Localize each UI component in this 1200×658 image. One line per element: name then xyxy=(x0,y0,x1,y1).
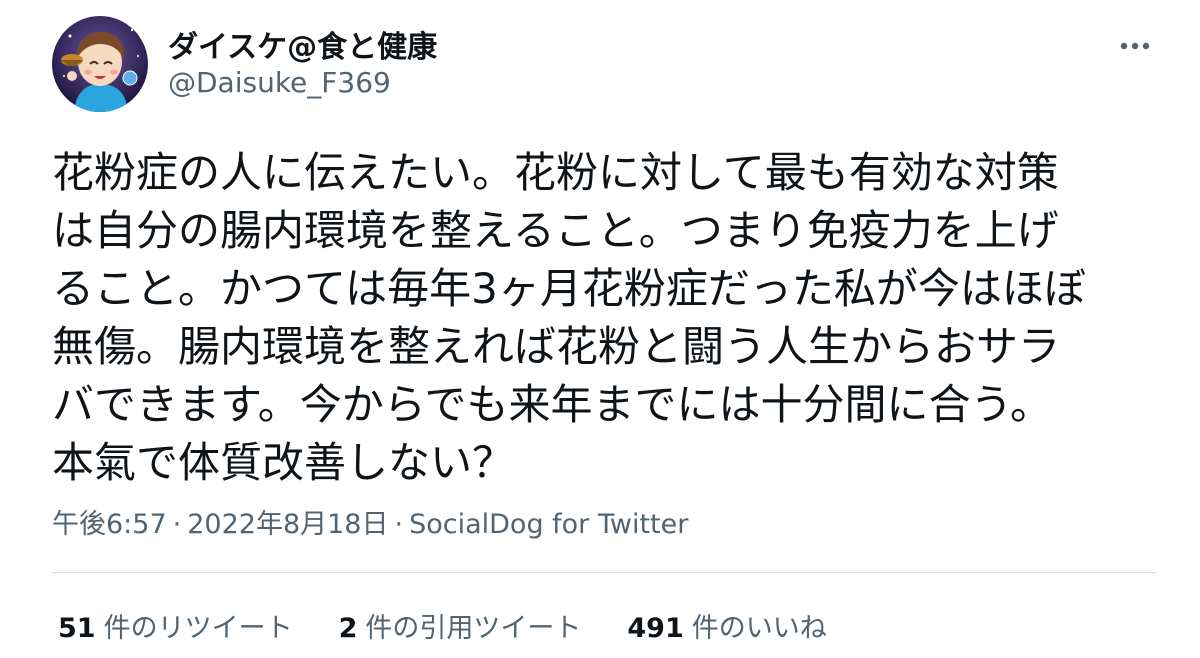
retweets-stat[interactable]: 51 件のリツイート xyxy=(58,606,293,645)
quotes-count: 2 xyxy=(338,613,358,644)
tweet-text-line: 無傷。腸内環境を整えれば花粉と闘う人生からおサラ xyxy=(52,322,1061,371)
divider xyxy=(52,572,1156,573)
tweet-text-line: 花粉症の人に伝えたい。花粉に対して最も有効な対策 xyxy=(52,148,1059,197)
meta-separator: · xyxy=(172,509,182,540)
more-options-button[interactable] xyxy=(1110,26,1160,66)
tweet-date[interactable]: 2022年8月18日 xyxy=(187,509,388,540)
tweet-meta: 午後6:57 · 2022年8月18日 · SocialDog for Twitter xyxy=(52,502,688,541)
quotes-stat[interactable]: 2 件の引用ツイート xyxy=(339,606,582,645)
likes-label: 件のいいね xyxy=(691,613,827,644)
tweet-text-line: は自分の腸内環境を整えること。つまり免疫力を上げ xyxy=(52,206,1059,255)
tweet-text-line: 本氣で体質改善しない？ xyxy=(52,438,515,487)
tweet-stats: 51 件のリツイート 2 件の引用ツイート 491 件のいいね xyxy=(58,606,873,645)
user-handle[interactable]: @Daisuke_F369 xyxy=(168,66,391,99)
quotes-label: 件の引用ツイート xyxy=(365,613,582,644)
tweet-text-line: ること。かつては毎年3ヶ月花粉症だった私が今はほぼ xyxy=(52,264,1086,313)
avatar[interactable] xyxy=(52,16,148,112)
likes-stat[interactable]: 491 件のいいね xyxy=(627,606,826,645)
retweets-count: 51 xyxy=(58,613,96,644)
retweets-label: 件のリツイート xyxy=(103,613,293,644)
avatar-illustration xyxy=(52,16,148,112)
display-name[interactable]: ダイスケ@食と健康 xyxy=(168,22,437,66)
meta-separator: · xyxy=(394,509,404,540)
ellipsis-horizontal-icon xyxy=(1120,42,1150,50)
tweet-source[interactable]: SocialDog for Twitter xyxy=(409,509,688,540)
tweet-time[interactable]: 午後6:57 xyxy=(52,509,167,540)
tweet-text: 花粉症の人に伝えたい。花粉に対して最も有効な対策 は自分の腸内環境を整えること。… xyxy=(52,144,1162,492)
likes-count: 491 xyxy=(627,613,684,644)
tweet-text-line: バできます。今からでも来年までには十分間に合う。 xyxy=(52,380,1053,429)
tweet-card: ダイスケ@食と健康 @Daisuke_F369 花粉症の人に伝えたい。花粉に対し… xyxy=(0,0,1200,658)
